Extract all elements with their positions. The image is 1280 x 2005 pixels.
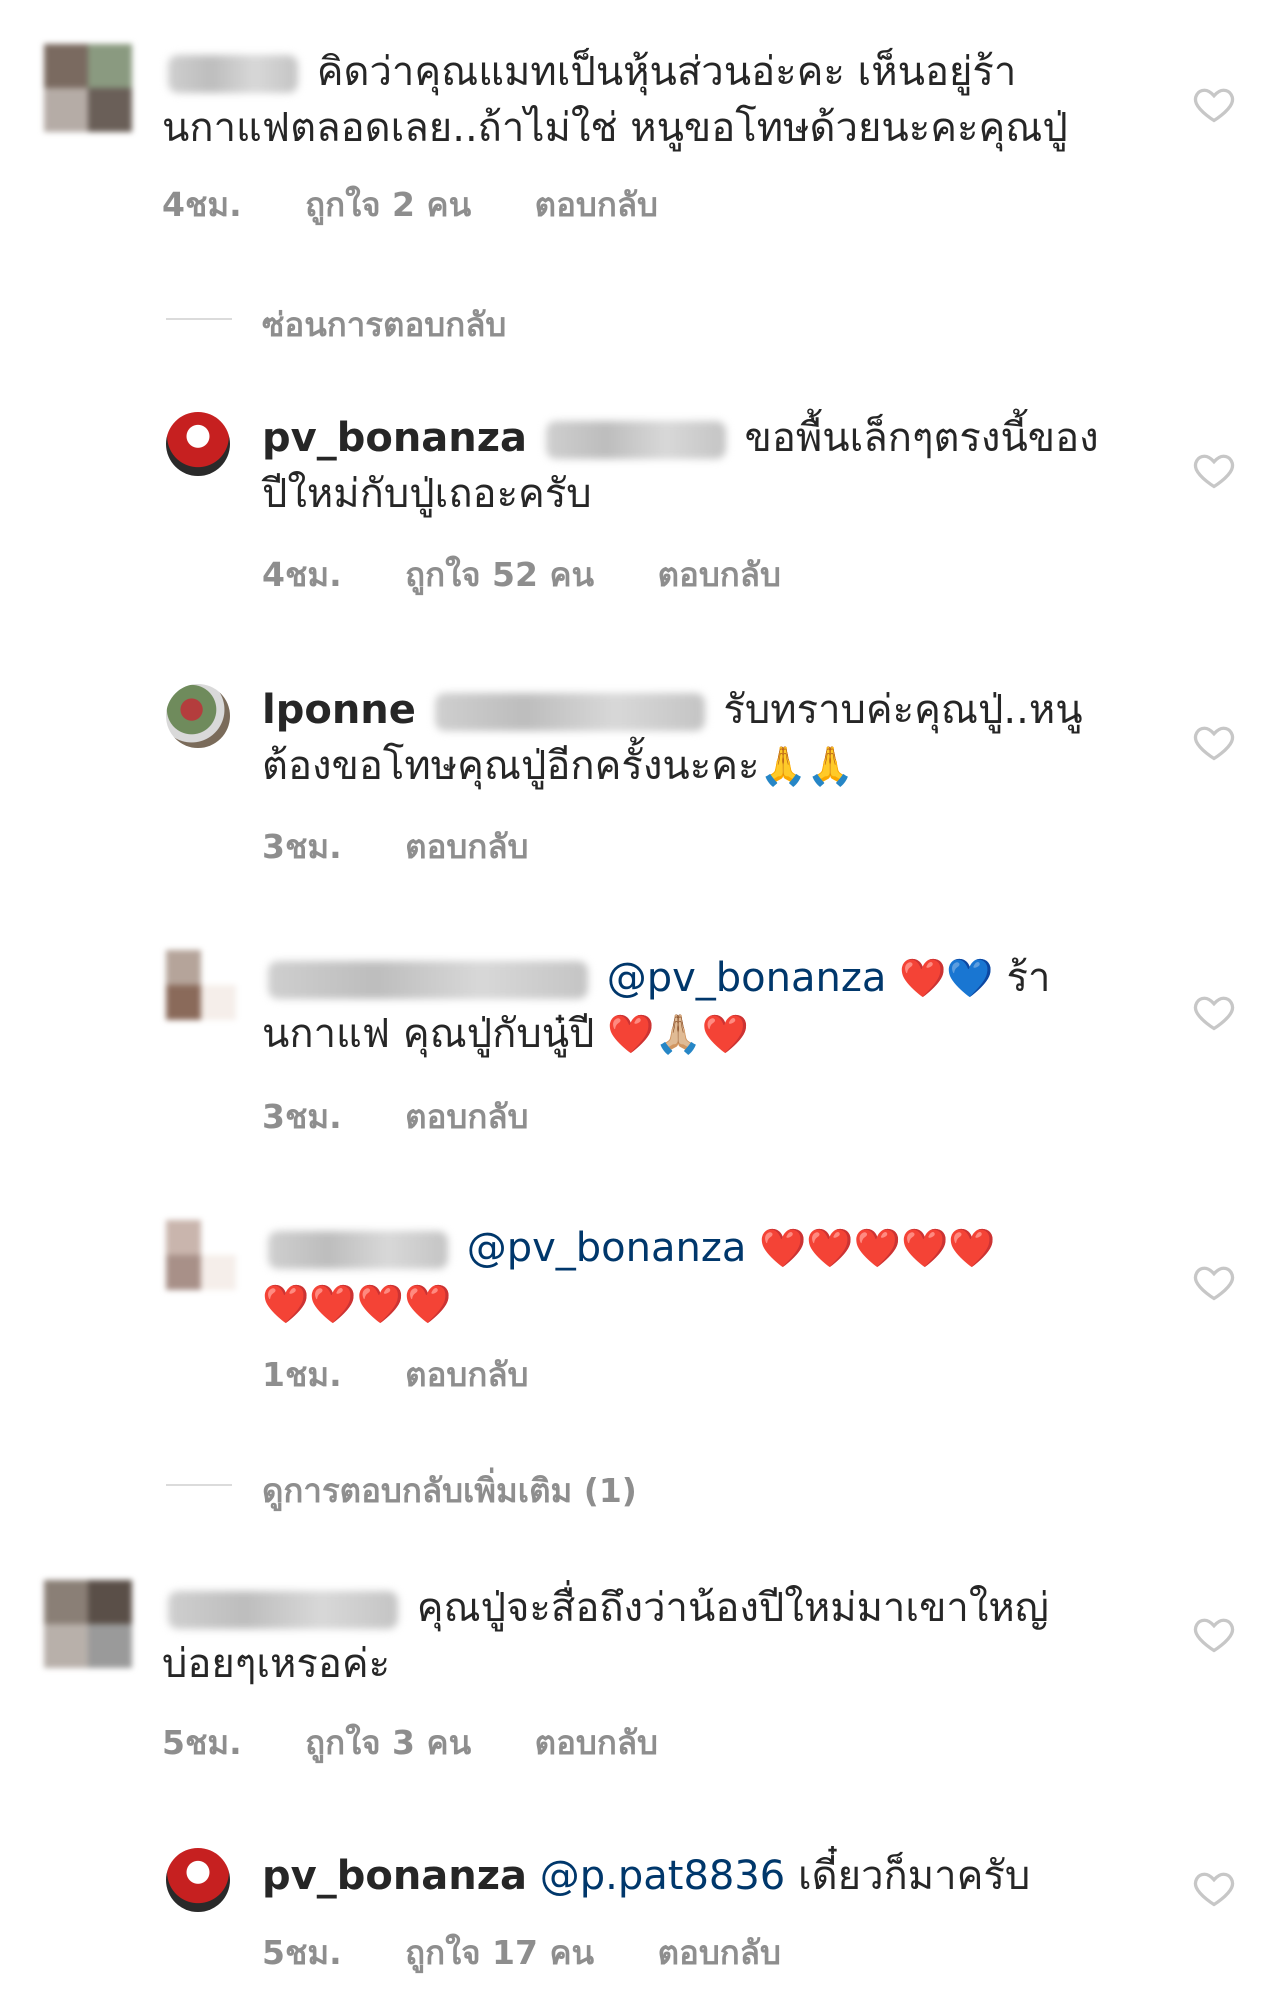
comment-meta: 4ชม. ถูกใจ 2 คน ตอบกลับ bbox=[162, 178, 710, 231]
comment-meta: 1ชม. ตอบกลับ bbox=[262, 1348, 581, 1401]
divider bbox=[166, 1484, 232, 1486]
comment-meta: 5ชม. ถูกใจ 17 คน ตอบกลับ bbox=[262, 1926, 833, 1979]
comment-time: 4ชม. bbox=[162, 185, 242, 224]
reply-button[interactable]: ตอบกลับ bbox=[405, 1355, 528, 1394]
red-heart-emoji: ❤️ bbox=[701, 1012, 750, 1056]
reply-button[interactable]: ตอบกลับ bbox=[405, 1097, 528, 1136]
divider bbox=[166, 318, 232, 320]
reply-button[interactable]: ตอบกลับ bbox=[658, 555, 781, 594]
avatar[interactable] bbox=[44, 1580, 132, 1668]
heart-outline-icon[interactable] bbox=[1192, 720, 1236, 764]
avatar[interactable] bbox=[44, 44, 132, 132]
username[interactable]: lponne bbox=[262, 687, 416, 733]
like-count[interactable]: ถูกใจ 17 คน bbox=[405, 1933, 594, 1972]
comment-meta: 4ชม. ถูกใจ 52 คน ตอบกลับ bbox=[262, 548, 833, 601]
heart-emojis: ❤️💙 bbox=[899, 956, 994, 1000]
reply-button[interactable]: ตอบกลับ bbox=[405, 827, 528, 866]
mention-link[interactable]: @pv_bonanza bbox=[607, 955, 887, 1001]
view-more-replies-button[interactable]: ดูการตอบกลับเพิ่มเติม (1) bbox=[262, 1464, 637, 1517]
comment-time: 4ชม. bbox=[262, 555, 342, 594]
hide-replies-button[interactable]: ซ่อนการตอบกลับ bbox=[262, 298, 506, 351]
comment-text: pv_bonanza @p.pat8836 เดี๋ยวก็มาครับ bbox=[262, 1853, 1031, 1899]
comment-time: 5ชม. bbox=[162, 1723, 242, 1762]
mention-link[interactable]: @pv_bonanza bbox=[467, 1225, 747, 1271]
pixelated-avatar bbox=[44, 44, 132, 132]
avatar[interactable] bbox=[166, 1220, 236, 1290]
comment-text: pv_bonanza ขอพื้นเล็กๆตรงนี้ของ ปีใหม่กั… bbox=[262, 415, 1099, 517]
heart-outline-icon[interactable] bbox=[1192, 1866, 1236, 1910]
avatar[interactable] bbox=[166, 1848, 230, 1912]
comment-text: lponne รับทราบค่ะคุณปู่..หนู ต้องขอโทษคุ… bbox=[262, 687, 1083, 789]
like-count[interactable]: ถูกใจ 2 คน bbox=[305, 185, 471, 224]
heart-outline-icon[interactable] bbox=[1192, 1260, 1236, 1304]
heart-outline-icon[interactable] bbox=[1192, 1612, 1236, 1656]
blurred-username[interactable] bbox=[268, 1231, 448, 1269]
like-count[interactable]: ถูกใจ 52 คน bbox=[405, 555, 594, 594]
blurred-mention[interactable] bbox=[545, 421, 726, 459]
reply-button[interactable]: ตอบกลับ bbox=[658, 1933, 781, 1972]
comment-time: 3ชม. bbox=[262, 1097, 342, 1136]
heart-emojis: ❤️❤️❤️❤️❤️ bbox=[759, 1226, 996, 1270]
pixelated-avatar bbox=[166, 1220, 236, 1290]
heart-emojis: ❤️❤️❤️❤️ bbox=[262, 1282, 452, 1326]
pixelated-avatar bbox=[44, 1580, 132, 1668]
reply-button[interactable]: ตอบกลับ bbox=[535, 1723, 658, 1762]
comment-text: คุณปู่จะสื่อถึงว่าน้องปีใหม่มาเขาใหญ่ บ่… bbox=[162, 1585, 1049, 1687]
comment-meta: 3ชม. ตอบกลับ bbox=[262, 1090, 581, 1143]
comment-meta: 5ชม. ถูกใจ 3 คน ตอบกลับ bbox=[162, 1716, 710, 1769]
comment-text: @pv_bonanza ❤️💙 ร้า นกาแฟ คุณปู่กับนู๋ปี… bbox=[262, 955, 1051, 1057]
avatar[interactable] bbox=[166, 412, 230, 476]
heart-outline-icon[interactable] bbox=[1192, 448, 1236, 492]
comment-meta: 3ชม. ตอบกลับ bbox=[262, 820, 581, 873]
pray-emoji: 🙏🏼 bbox=[654, 1012, 702, 1056]
pixelated-avatar bbox=[166, 950, 236, 1020]
avatar[interactable] bbox=[166, 950, 236, 1020]
username[interactable]: pv_bonanza bbox=[262, 1853, 527, 1899]
heart-outline-icon[interactable] bbox=[1192, 82, 1236, 126]
red-heart-emoji: ❤️ bbox=[607, 1012, 655, 1056]
comment-text: คิดว่าคุณแมทเป็นหุ้นส่วนอ่ะคะ เห็นอยู่ร้… bbox=[162, 49, 1068, 151]
username[interactable]: pv_bonanza bbox=[262, 415, 527, 461]
heart-outline-icon[interactable] bbox=[1192, 990, 1236, 1034]
blurred-username[interactable] bbox=[268, 961, 588, 999]
blurred-username[interactable] bbox=[168, 1591, 398, 1629]
mention-link[interactable]: @p.pat8836 bbox=[540, 1853, 786, 1899]
avatar[interactable] bbox=[166, 684, 230, 748]
like-count[interactable]: ถูกใจ 3 คน bbox=[305, 1723, 471, 1762]
comment-time: 1ชม. bbox=[262, 1355, 342, 1394]
pray-emoji: 🙏🙏 bbox=[759, 744, 855, 788]
reply-button[interactable]: ตอบกลับ bbox=[535, 185, 658, 224]
blurred-username[interactable] bbox=[168, 55, 298, 93]
comment-time: 5ชม. bbox=[262, 1933, 342, 1972]
blurred-mention[interactable] bbox=[434, 693, 705, 731]
comment-text: @pv_bonanza ❤️❤️❤️❤️❤️ ❤️❤️❤️❤️ bbox=[262, 1220, 996, 1332]
comment-time: 3ชม. bbox=[262, 827, 342, 866]
